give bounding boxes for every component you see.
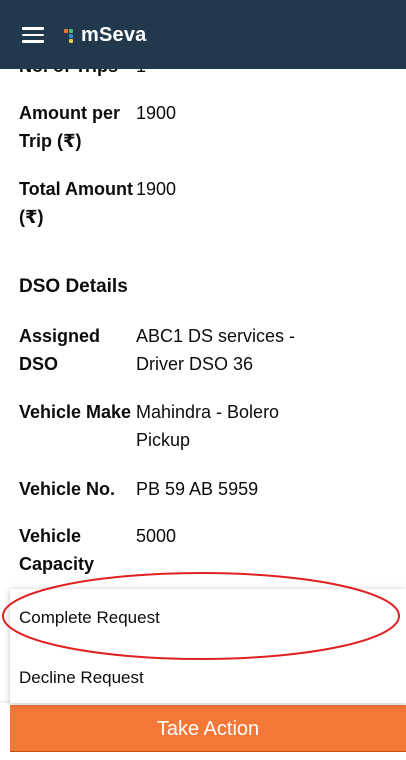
assigned-dso-value: ABC1 DS services - Driver DSO 36: [136, 322, 356, 378]
hamburger-menu-icon[interactable]: [22, 27, 44, 43]
total-amount-label-line1: Total Amount: [19, 179, 133, 199]
amount-per-trip-label: Amount per Trip (₹): [19, 99, 135, 155]
assigned-dso-label-line1: Assigned: [19, 326, 101, 346]
total-amount-value: 1900: [136, 179, 177, 199]
logo-mark-icon: [64, 28, 78, 43]
take-action-button[interactable]: Take Action: [10, 705, 406, 752]
total-amount-label: Total Amount (₹): [19, 175, 135, 231]
vehicle-capacity-label-line2: Capacity: [19, 554, 95, 574]
total-amount-row: Total Amount (₹) 1900: [19, 175, 389, 231]
dso-details-title: DSO Details: [19, 276, 128, 297]
take-action-menu: Complete Request Decline Request: [10, 589, 406, 703]
vehicle-make-row: Vehicle Make Mahindra - Bolero Pickup: [19, 398, 389, 454]
amount-per-trip-row: Amount per Trip (₹) 1900: [19, 99, 389, 155]
assigned-dso-label: Assigned DSO: [19, 322, 135, 378]
assigned-dso-value-line1: ABC1 DS services -: [136, 326, 296, 346]
logo-text: mSeva: [81, 23, 147, 46]
vehicle-capacity-label: Vehicle Capacity: [19, 522, 135, 578]
assigned-dso-row: Assigned DSO ABC1 DS services - Driver D…: [19, 322, 389, 378]
vehicle-no-label: Vehicle No.: [19, 479, 116, 499]
amount-per-trip-value: 1900: [136, 103, 177, 123]
vehicle-capacity-value: 5000: [136, 526, 177, 546]
mseva-logo: mSeva: [64, 22, 147, 48]
assigned-dso-label-line2: DSO: [19, 354, 59, 374]
vehicle-capacity-label-line1: Vehicle: [19, 526, 82, 546]
vehicle-no-value: PB 59 AB 5959: [136, 479, 259, 499]
vehicle-capacity-row: Vehicle Capacity 5000: [19, 522, 389, 578]
vehicle-make-value-line1: Mahindra - Bolero: [136, 402, 280, 422]
vehicle-make-value: Mahindra - Bolero Pickup: [136, 398, 356, 454]
decline-request-option[interactable]: Decline Request: [10, 649, 406, 706]
vehicle-make-value-line2: Pickup: [136, 430, 191, 450]
total-amount-label-line2: (₹): [19, 207, 44, 227]
assigned-dso-value-line2: Driver DSO 36: [136, 354, 254, 374]
complete-request-option[interactable]: Complete Request: [10, 589, 406, 646]
vehicle-make-label: Vehicle Make: [19, 402, 132, 422]
app-header: mSeva: [0, 0, 406, 69]
amount-per-trip-label-line1: Amount per: [19, 103, 120, 123]
amount-per-trip-label-line2: Trip (₹): [19, 131, 82, 151]
action-bar: Take Action: [0, 703, 406, 760]
